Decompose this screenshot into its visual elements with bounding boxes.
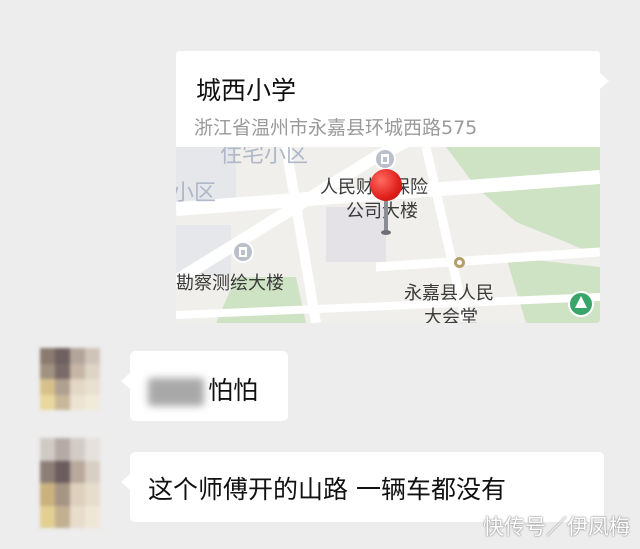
blurred-name — [148, 378, 204, 406]
message-bubble[interactable]: 怕怕 — [121, 351, 288, 421]
park-icon — [568, 291, 594, 317]
map-label-district: 小区 — [176, 181, 217, 206]
avatar[interactable] — [40, 438, 100, 528]
map-preview[interactable]: 住宅小区 小区 人民财产保险 公司大楼 勘察测绘大楼 永嘉县人民 大会堂 — [176, 147, 600, 323]
location-address: 浙江省温州市永嘉县环城西路575 — [194, 117, 478, 139]
message-text: 怕怕 — [208, 376, 259, 405]
building-poi-icon — [232, 241, 254, 263]
location-title: 城西小学 — [196, 76, 297, 105]
building-poi-icon — [374, 148, 396, 170]
message-text: 这个师傅开的山路 一辆车都没有 — [148, 475, 506, 504]
map-label-top-partial: 住宅小区 — [220, 147, 309, 168]
location-pin-base — [381, 230, 391, 235]
location-message-card[interactable]: 城西小学 浙江省温州市永嘉县环城西路575 住宅小区 小区 人民财产保险 公司大… — [176, 51, 609, 323]
map-label-hall: 永嘉县人民 — [404, 283, 494, 304]
hall-poi-icon — [454, 257, 465, 268]
map-label-insurance-building: 公司大楼 — [346, 201, 418, 222]
watermark: 快传号／伊凤梅 — [483, 515, 630, 539]
avatar[interactable] — [40, 348, 100, 410]
location-pin-icon — [370, 169, 402, 201]
map-label-hall-2: 大会堂 — [424, 307, 478, 323]
map-label-survey-building: 勘察测绘大楼 — [176, 273, 284, 294]
